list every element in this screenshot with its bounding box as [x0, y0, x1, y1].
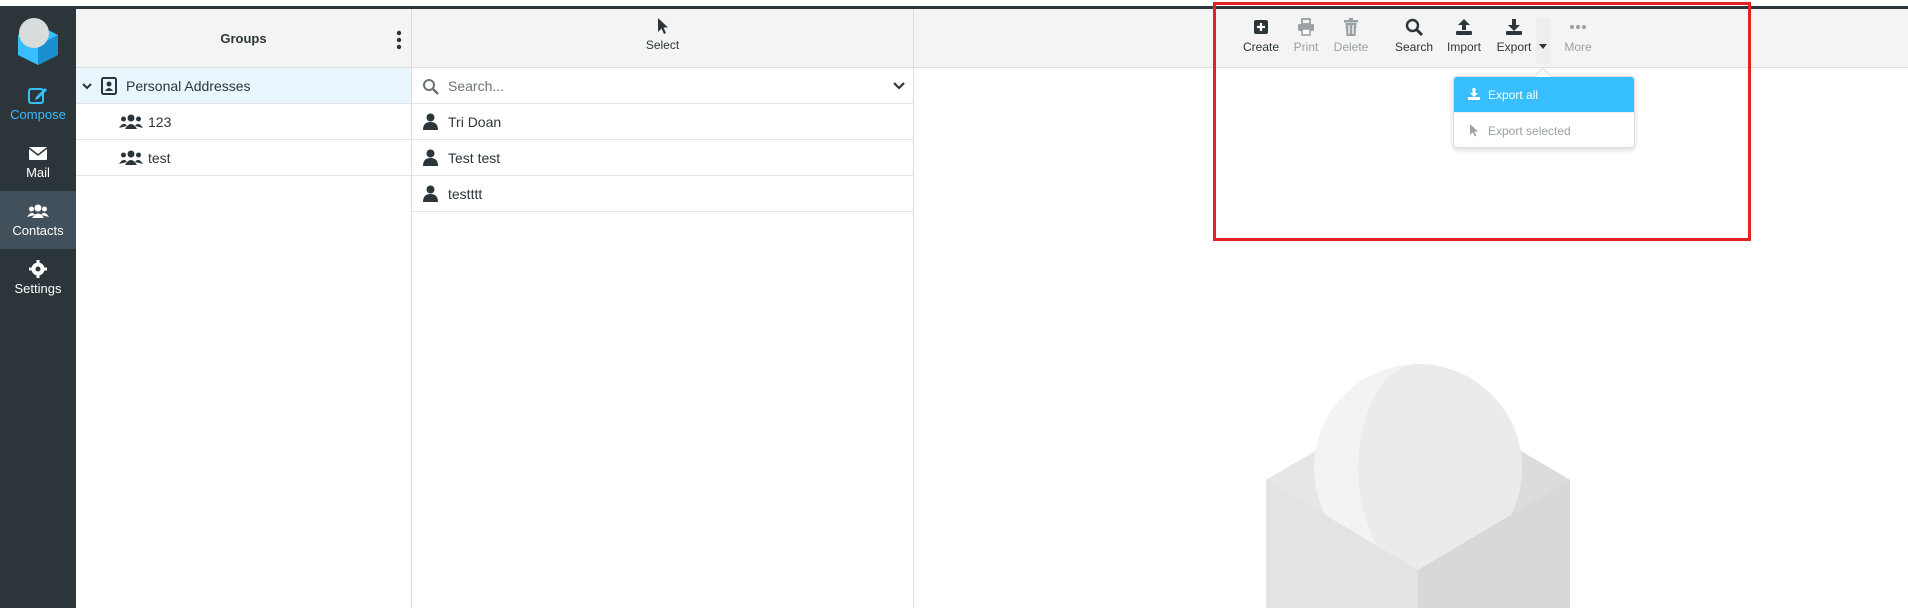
chevron-down-icon[interactable]: [82, 81, 92, 91]
contact-name: testttt: [448, 186, 483, 202]
cursor-pointer-icon: [657, 18, 668, 34]
groups-header: Groups: [76, 9, 411, 68]
address-book-icon: [101, 77, 117, 95]
app-logo: [18, 18, 58, 65]
nav-settings-label: Settings: [14, 281, 62, 296]
nav-compose[interactable]: Compose: [0, 75, 76, 133]
compose-icon: [28, 88, 47, 104]
contacts-list-panel: Select Search... Tri Doan Test test test…: [412, 9, 914, 608]
contact-row[interactable]: Test test: [412, 140, 913, 176]
gear-icon: [29, 260, 47, 278]
group-label: 123: [148, 114, 172, 130]
groups-panel: Groups Personal Addresses 123 test: [76, 9, 412, 608]
group-item-personal-addresses[interactable]: Personal Addresses: [76, 68, 411, 104]
contact-name: Test test: [448, 150, 501, 166]
group-item-test[interactable]: test: [76, 140, 411, 176]
user-icon: [423, 149, 438, 166]
chevron-down-icon[interactable]: [893, 81, 905, 91]
contact-row[interactable]: testttt: [412, 176, 913, 212]
app-navigation-rail: Compose Mail Contacts Settings: [0, 9, 76, 608]
nav-mail[interactable]: Mail: [0, 133, 76, 191]
nav-contacts-label: Contacts: [12, 223, 64, 238]
contact-row[interactable]: Tri Doan: [412, 104, 913, 140]
contact-name: Tri Doan: [448, 114, 502, 130]
highlight-box: [1213, 2, 1751, 241]
users-icon: [119, 114, 143, 129]
group-label: test: [148, 150, 171, 166]
search-icon: [423, 79, 439, 95]
nav-compose-label: Compose: [10, 107, 66, 122]
nav-contacts[interactable]: Contacts: [0, 191, 76, 249]
contacts-search-input[interactable]: Search...: [412, 68, 913, 104]
kebab-menu-icon[interactable]: [395, 29, 403, 51]
contacts-list-header: Select: [412, 9, 913, 68]
empty-state-illustration: [1266, 364, 1570, 608]
groups-title: Groups: [220, 31, 267, 46]
user-icon: [423, 185, 438, 202]
group-item-123[interactable]: 123: [76, 104, 411, 140]
nav-settings[interactable]: Settings: [0, 249, 76, 307]
users-icon: [27, 204, 49, 218]
nav-mail-label: Mail: [26, 165, 50, 180]
group-label: Personal Addresses: [126, 78, 251, 94]
select-label: Select: [645, 38, 680, 52]
users-icon: [119, 150, 143, 165]
user-icon: [423, 113, 438, 130]
envelope-icon: [28, 147, 48, 160]
select-button[interactable]: Select: [412, 17, 913, 52]
search-placeholder: Search...: [448, 78, 505, 94]
